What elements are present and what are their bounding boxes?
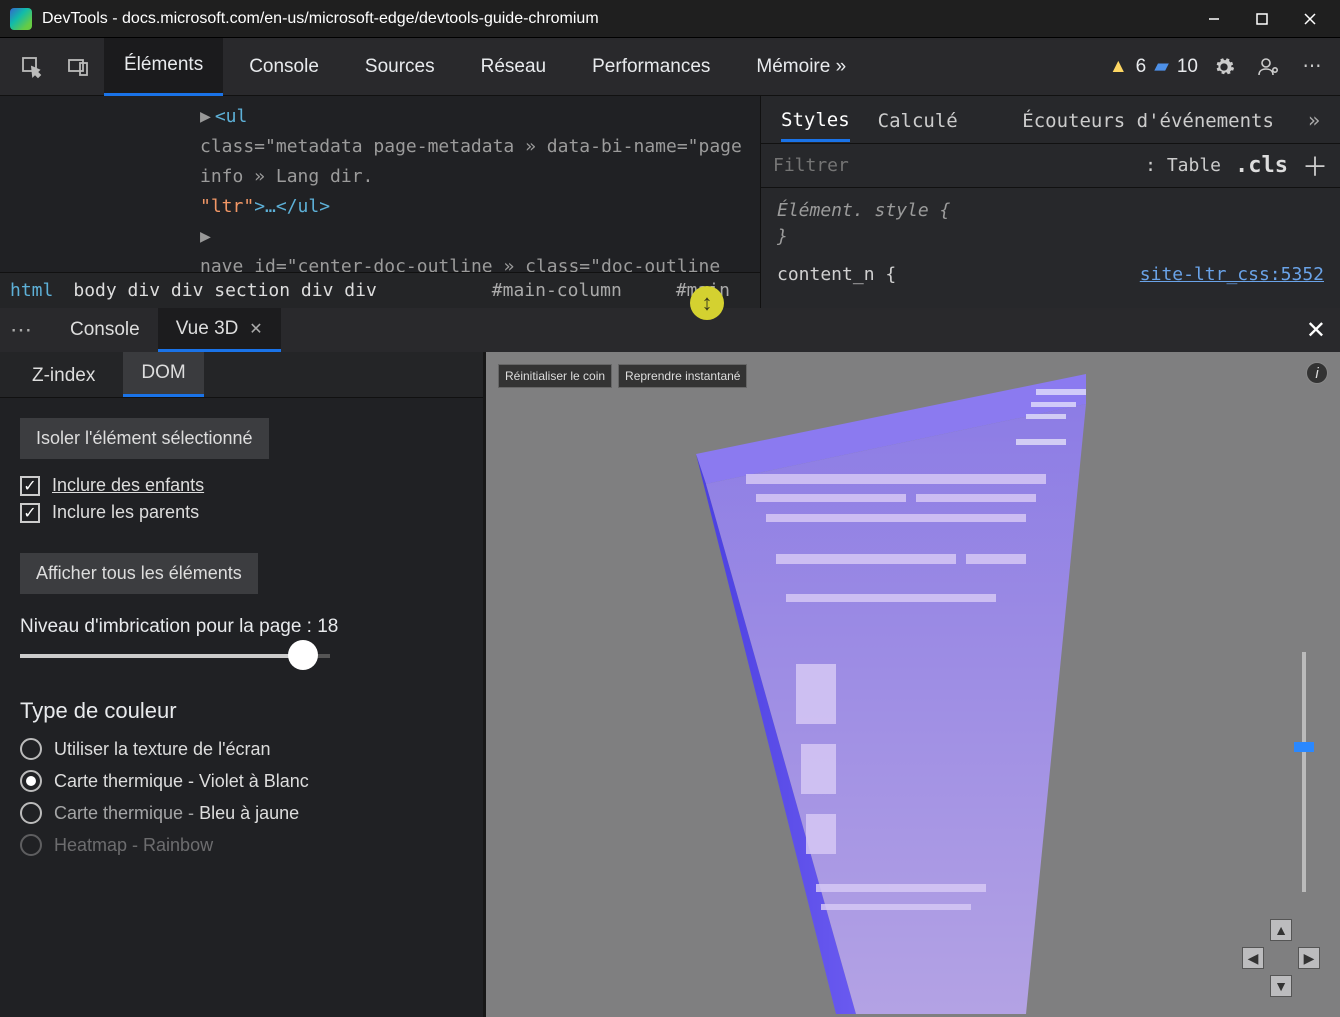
canvas-info-icon[interactable]: i — [1306, 362, 1328, 384]
tab-console[interactable]: Console — [229, 38, 339, 96]
breadcrumb-main-column[interactable]: #main-column — [492, 276, 622, 306]
include-parents-label: Inclure les parents — [52, 502, 199, 523]
breadcrumb-path[interactable]: body div div section div div — [73, 276, 376, 306]
drawer-resize-handle-icon[interactable]: ↕ — [690, 286, 724, 320]
nav-up-button[interactable]: ▲ — [1270, 919, 1292, 941]
cls-toggle[interactable]: .cls — [1235, 153, 1288, 178]
hover-state-button[interactable]: : Table — [1145, 155, 1221, 176]
view3d-canvas[interactable]: Réinitialiser le coin Reprendre instanta… — [486, 352, 1340, 1017]
settings-gear-icon[interactable] — [1206, 49, 1242, 85]
tab-performance[interactable]: Performances — [572, 38, 730, 96]
warning-count[interactable]: 6 — [1136, 56, 1147, 78]
view3d-controls: Z-index DOM Isoler l'élément sélectionné… — [0, 352, 486, 1017]
nesting-level-slider[interactable] — [20, 654, 330, 658]
window-titlebar: DevTools - docs.microsoft.com/en-us/micr… — [0, 0, 1340, 38]
styles-tab-listeners[interactable]: Écouteurs d'événements — [1022, 99, 1274, 140]
radio-blue-yellow[interactable] — [20, 802, 42, 824]
main-toolbar: Éléments Console Sources Réseau Performa… — [0, 38, 1340, 96]
window-minimize-button[interactable] — [1190, 3, 1238, 35]
new-style-rule-button[interactable]: ＋ — [1302, 147, 1328, 184]
reset-view-button[interactable]: Réinitialiser le coin — [498, 364, 612, 388]
radio-rainbow[interactable] — [20, 834, 42, 856]
color-type-title: Type de couleur — [20, 698, 463, 724]
drawer-tab-3dview[interactable]: Vue 3D ✕ — [158, 308, 281, 352]
drawer-more-icon[interactable]: ⋯ — [10, 317, 34, 343]
isolate-element-button[interactable]: Isoler l'élément sélectionné — [20, 418, 269, 459]
styles-tab-styles[interactable]: Styles — [781, 98, 850, 142]
styles-filter-input[interactable] — [773, 155, 1073, 176]
device-toolbar-icon[interactable] — [58, 47, 98, 87]
tab-sources[interactable]: Sources — [345, 38, 455, 96]
css-rule[interactable]: content_n { — [777, 262, 896, 288]
breadcrumb[interactable]: html body div div section div div #main-… — [0, 272, 760, 308]
radio-purple-white[interactable] — [20, 770, 42, 792]
subtab-zindex[interactable]: Z-index — [14, 355, 113, 397]
include-parents-checkbox[interactable] — [20, 503, 40, 523]
include-children-checkbox[interactable] — [20, 476, 40, 496]
nesting-level-label: Niveau d'imbrication pour la page : 18 — [20, 616, 463, 638]
drawer: ↕ ⋯ Console Vue 3D ✕ ✕ Z-index DOM Isole… — [0, 308, 1340, 1017]
include-children-label: Inclure des enfants — [52, 475, 204, 496]
element-style-open: Élément. style { — [777, 198, 1324, 224]
window-title: DevTools - docs.microsoft.com/en-us/micr… — [42, 10, 599, 28]
info-count[interactable]: 10 — [1177, 56, 1198, 78]
styles-panel: Styles Calculé Écouteurs d'événements » … — [760, 96, 1340, 308]
tab-memory[interactable]: Mémoire » — [736, 38, 866, 96]
breadcrumb-html[interactable]: html — [10, 276, 53, 306]
close-3dview-tab-icon[interactable]: ✕ — [240, 319, 262, 339]
inspect-element-icon[interactable] — [12, 47, 52, 87]
styles-tabs-overflow-icon[interactable]: » — [1308, 108, 1320, 132]
subtab-dom[interactable]: DOM — [123, 352, 203, 397]
tab-elements[interactable]: Éléments — [104, 38, 223, 96]
elements-panel: ▶<ul class="metadata page-metadata » dat… — [0, 96, 1340, 308]
profile-icon[interactable] — [1250, 49, 1286, 85]
zoom-slider[interactable] — [1302, 652, 1306, 892]
element-style-close: } — [777, 224, 1324, 250]
tab-network[interactable]: Réseau — [461, 38, 567, 96]
radio-screen-texture[interactable] — [20, 738, 42, 760]
zoom-slider-thumb[interactable] — [1294, 742, 1314, 752]
window-close-button[interactable] — [1286, 3, 1334, 35]
dom-node-ul[interactable]: <ul — [215, 102, 248, 132]
nav-down-button[interactable]: ▼ — [1270, 975, 1292, 997]
drawer-tab-console[interactable]: Console — [52, 308, 158, 352]
more-menu-icon[interactable]: ⋯ — [1294, 49, 1330, 85]
styles-tab-computed[interactable]: Calculé — [878, 99, 958, 140]
edge-app-icon — [10, 8, 32, 30]
info-icon[interactable]: ▰ — [1154, 55, 1169, 78]
drawer-tabbar: ↕ ⋯ Console Vue 3D ✕ ✕ — [0, 308, 1340, 352]
close-drawer-button[interactable]: ✕ — [1306, 316, 1326, 345]
dom-tree[interactable]: ▶<ul class="metadata page-metadata » dat… — [0, 96, 760, 308]
show-all-elements-button[interactable]: Afficher tous les éléments — [20, 553, 258, 594]
nav-left-button[interactable]: ◀ — [1242, 947, 1264, 969]
nav-right-button[interactable]: ▶ — [1298, 947, 1320, 969]
window-maximize-button[interactable] — [1238, 3, 1286, 35]
css-source-link[interactable]: site-ltr_css:5352 — [1140, 262, 1324, 288]
warning-icon[interactable]: ▲ — [1109, 56, 1128, 78]
nav-dpad: ▲ ▼ ◀ ▶ — [1242, 919, 1320, 997]
dom-3d-visualization[interactable] — [686, 364, 1126, 1014]
